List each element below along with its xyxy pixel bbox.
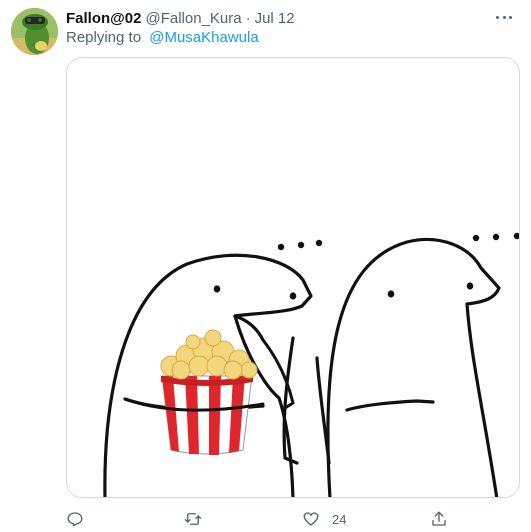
avatar[interactable] xyxy=(11,8,58,55)
display-name[interactable]: Fallon@02 xyxy=(66,10,141,27)
share-icon xyxy=(432,511,446,526)
tweet-media[interactable] xyxy=(66,57,520,498)
separator-dot: · xyxy=(245,9,251,27)
reply-icon xyxy=(67,512,83,527)
frog-avatar-icon xyxy=(11,8,58,55)
tweet-actions: 24 xyxy=(66,507,520,531)
timestamp[interactable]: Jul 12 xyxy=(255,10,295,27)
tweet-header: Fallon@02 @Fallon_Kura · Jul 12 xyxy=(66,8,295,28)
like-button[interactable]: 24 xyxy=(302,507,346,531)
meme-image xyxy=(67,58,519,497)
reply-mention-link[interactable]: @MusaKhawula xyxy=(149,29,258,46)
like-count: 24 xyxy=(332,511,347,527)
user-handle[interactable]: @Fallon_Kura xyxy=(145,10,241,27)
reply-button[interactable] xyxy=(66,507,84,531)
share-button[interactable] xyxy=(430,507,448,531)
retweet-button[interactable] xyxy=(184,507,202,531)
reply-prefix: Replying to xyxy=(66,29,142,46)
like-icon xyxy=(303,512,319,526)
replying-to: Replying to @MusaKhawula xyxy=(66,29,259,46)
retweet-icon xyxy=(184,513,202,525)
tweet[interactable]: Fallon@02 @Fallon_Kura · Jul 12 Replying… xyxy=(0,0,531,532)
more-options-icon[interactable] xyxy=(492,9,516,25)
